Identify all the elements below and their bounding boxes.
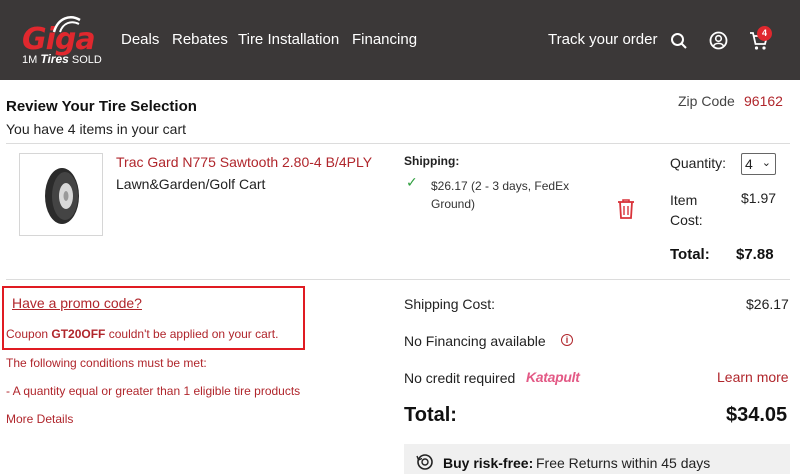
- condition-item: - A quantity equal or greater than 1 eli…: [6, 384, 301, 398]
- top-navigation-bar: Giga 1M Tires SOLD Deals Rebates Tire In…: [0, 0, 800, 80]
- nav-deals[interactable]: Deals: [121, 31, 159, 48]
- quantity-select[interactable]: 4 ⌄: [741, 153, 776, 175]
- credit-label: No credit required: [404, 370, 516, 386]
- chevron-down-icon: ⌄: [761, 157, 771, 169]
- trash-icon[interactable]: [616, 198, 636, 220]
- shipping-heading: Shipping:: [404, 154, 460, 168]
- product-category: Lawn&Garden/Golf Cart: [116, 176, 266, 192]
- nav-rebates[interactable]: Rebates: [172, 31, 228, 48]
- order-total-label: Total:: [404, 404, 457, 426]
- item-cost-value: $1.97: [741, 190, 777, 206]
- conditions-heading: The following conditions must be met:: [6, 356, 207, 370]
- account-icon[interactable]: [709, 31, 728, 50]
- item-cost-label: Item Cost:: [670, 192, 703, 228]
- order-total-value: $34.05: [726, 404, 788, 426]
- cart-count-badge: 4: [757, 26, 772, 41]
- coupon-code: GT20OFF: [51, 327, 106, 341]
- zip-code-label: Zip Code: [678, 93, 735, 109]
- nav-financing[interactable]: Financing: [352, 31, 417, 48]
- search-icon[interactable]: [670, 32, 688, 50]
- quantity-value: 4: [745, 156, 753, 172]
- logo-tagline: 1M Tires SOLD: [22, 52, 102, 66]
- page-title: Review Your Tire Selection: [6, 98, 197, 115]
- quantity-label: Quantity:: [670, 155, 727, 171]
- returns-icon: [416, 454, 433, 470]
- zip-code-value[interactable]: 96162: [744, 93, 783, 109]
- info-icon[interactable]: i: [561, 334, 573, 346]
- shipping-cost-value: $26.17: [746, 296, 789, 312]
- promo-code-link[interactable]: Have a promo code?: [12, 295, 142, 311]
- tire-swoosh-icon: [52, 16, 81, 33]
- shipping-cost-label: Shipping Cost:: [404, 296, 496, 312]
- learn-more-link[interactable]: Learn more: [717, 369, 789, 385]
- divider: [6, 143, 790, 144]
- track-order-link[interactable]: Track your order: [548, 31, 657, 48]
- more-details-link[interactable]: More Details: [6, 412, 73, 426]
- free-returns-text: Free Returns within 45 days: [536, 455, 711, 471]
- nav-tire-installation[interactable]: Tire Installation: [238, 31, 339, 48]
- checkmark-icon: ✓: [406, 174, 418, 190]
- line-total-label: Total:: [670, 246, 710, 263]
- katapult-logo: Katapult: [526, 369, 580, 385]
- line-total-value: $7.88: [736, 246, 774, 263]
- product-image[interactable]: [19, 153, 103, 236]
- risk-free-label: Buy risk-free:: [443, 455, 534, 471]
- coupon-error-message: Coupon GT20OFF couldn't be applied on yo…: [6, 327, 279, 341]
- product-name-link[interactable]: Trac Gard N775 Sawtooth 2.80-4 B/4PLY: [116, 154, 372, 170]
- giga-tires-logo[interactable]: Giga 1M Tires SOLD: [22, 14, 102, 68]
- tire-image-icon: [45, 168, 79, 224]
- financing-label: No Financing available: [404, 333, 546, 349]
- shipping-detail: $26.17 (2 - 3 days, FedEx Ground): [431, 179, 570, 211]
- divider: [6, 279, 790, 280]
- cart-item-count: You have 4 items in your cart: [6, 121, 187, 137]
